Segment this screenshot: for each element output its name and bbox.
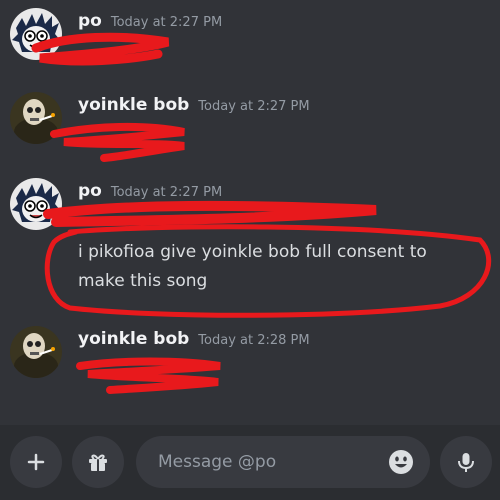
- message-input[interactable]: Message @po: [136, 436, 430, 488]
- red-scribble: [50, 122, 185, 162]
- gift-button[interactable]: [72, 436, 124, 488]
- message-text: i pikofioa give yoinkle bob full consent…: [78, 242, 427, 291]
- message-input-placeholder: Message @po: [158, 452, 277, 472]
- voice-message-button[interactable]: [440, 436, 492, 488]
- red-scribble: [31, 32, 170, 66]
- red-scribble: [76, 357, 221, 394]
- gift-icon: [89, 454, 107, 471]
- timestamp: Today at 2:27 PM: [110, 15, 223, 30]
- author-name[interactable]: yoinkle bob: [78, 95, 189, 115]
- author-name[interactable]: yoinkle bob: [78, 329, 189, 349]
- microphone-icon: [458, 453, 474, 472]
- author-name[interactable]: po: [78, 11, 102, 31]
- emoji-icon[interactable]: [388, 449, 414, 475]
- timestamp: Today at 2:27 PM: [198, 99, 310, 114]
- add-button[interactable]: [10, 436, 62, 488]
- timestamp: Today at 2:28 PM: [198, 333, 310, 348]
- avatar-yoinkle-bob[interactable]: [10, 326, 62, 378]
- plus-icon: [27, 453, 45, 471]
